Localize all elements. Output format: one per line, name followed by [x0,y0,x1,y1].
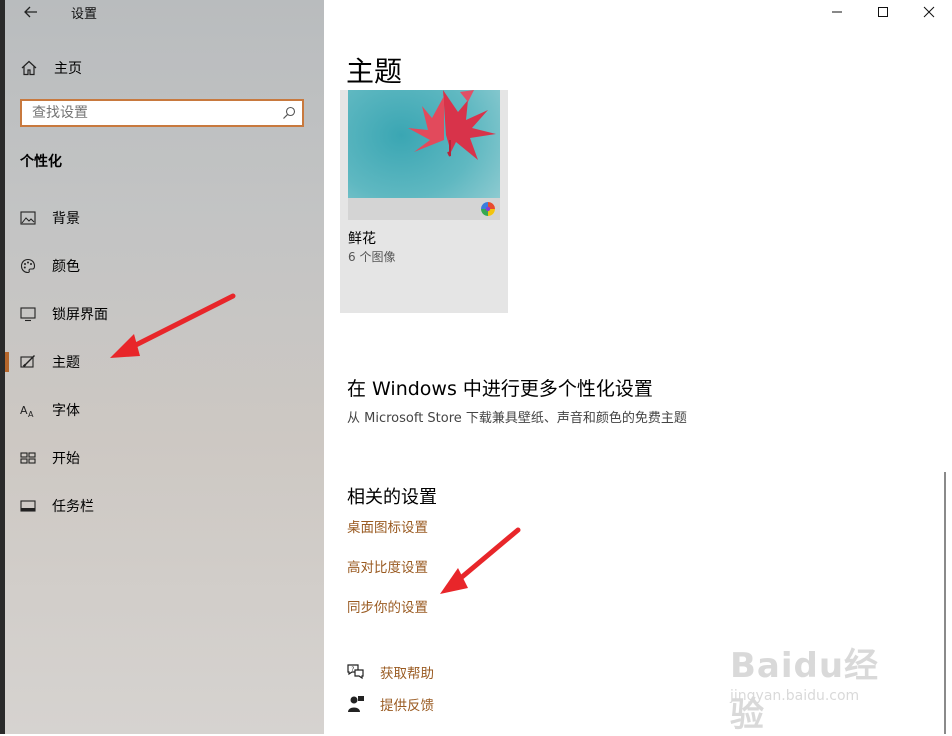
monitor-icon [20,307,36,322]
feedback-label: 提供反馈 [380,698,434,714]
nav-item-colors[interactable]: 颜色 [5,246,324,286]
theme-card[interactable]: 鲜花 6 个图像 [340,90,508,313]
minimize-button[interactable] [814,0,860,24]
section-heading: 个性化 [20,154,62,170]
theme-image-count: 6 个图像 [348,250,396,264]
minimize-icon [832,11,842,13]
flower-image [348,90,500,220]
get-help-link[interactable]: ? 获取帮助 [346,662,434,682]
theme-brush-icon [20,355,35,368]
app-title: 设置 [71,7,98,22]
palette-icon [20,258,36,274]
home-nav-item[interactable]: 主页 [20,56,82,80]
nav-item-label: 颜色 [52,259,80,275]
svg-text:?: ? [351,666,354,673]
theme-name: 鲜花 [348,231,376,247]
picture-icon [20,211,36,225]
home-label: 主页 [54,61,82,77]
home-icon [21,60,37,76]
close-icon [923,6,935,18]
get-help-label: 获取帮助 [380,666,434,682]
search-input[interactable] [32,105,272,121]
navigation-pane: 设置 主页 个性化 背景 颜色 锁屏界面 [0,0,324,734]
more-personalization-description: 从 Microsoft Store 下载兼具壁纸、声音和颜色的免费主题 [347,411,687,426]
back-arrow-icon [24,6,37,18]
nav-item-label: 任务栏 [52,499,94,515]
maximize-button[interactable] [860,0,906,24]
baidu-watermark: Baidu经验 jingyan.baidu.com [726,626,906,735]
search-icon[interactable] [282,106,296,120]
scrollbar[interactable] [944,472,946,734]
page-title: 主题 [346,55,403,88]
taskbar-icon [20,500,36,512]
watermark-url: jingyan.baidu.com [730,688,860,704]
maximize-icon [878,7,888,17]
window-controls [814,0,952,24]
back-button[interactable] [21,2,41,22]
font-icon: A A [20,404,34,418]
more-personalization-heading: 在 Windows 中进行更多个性化设置 [347,378,653,400]
sync-settings-link[interactable]: 同步你的设置 [347,596,428,616]
high-contrast-settings-link[interactable]: 高对比度设置 [347,556,428,576]
nav-item-label: 开始 [52,451,80,467]
feedback-link[interactable]: 提供反馈 [346,694,434,714]
nav-item-label: 背景 [52,211,80,227]
search-box[interactable] [20,99,304,127]
nav-item-taskbar[interactable]: 任务栏 [5,486,324,526]
nav-item-start[interactable]: 开始 [5,438,324,478]
nav-item-label: 主题 [52,355,80,371]
selection-indicator [5,352,9,372]
nav-item-fonts[interactable]: A A 字体 [5,390,324,430]
close-button[interactable] [906,0,952,24]
annotation-arrow [440,527,521,594]
nav-item-lock-screen[interactable]: 锁屏界面 [5,294,324,334]
related-settings-heading: 相关的设置 [347,487,437,508]
theme-thumbnail [348,90,500,220]
svg-text:A: A [28,410,34,418]
feedback-person-icon [348,696,364,712]
desktop-icon-settings-link[interactable]: 桌面图标设置 [347,516,428,536]
start-grid-icon [20,452,36,464]
watermark-logo-text: Baidu经验 [730,646,880,735]
nav-item-background[interactable]: 背景 [5,198,324,238]
svg-text:A: A [20,404,28,417]
chat-bubbles-icon: ? [347,664,364,680]
nav-item-label: 字体 [52,403,80,419]
titlebar: 设置 [5,0,324,24]
nav-item-themes[interactable]: 主题 [5,342,324,382]
nav-item-label: 锁屏界面 [52,307,108,323]
